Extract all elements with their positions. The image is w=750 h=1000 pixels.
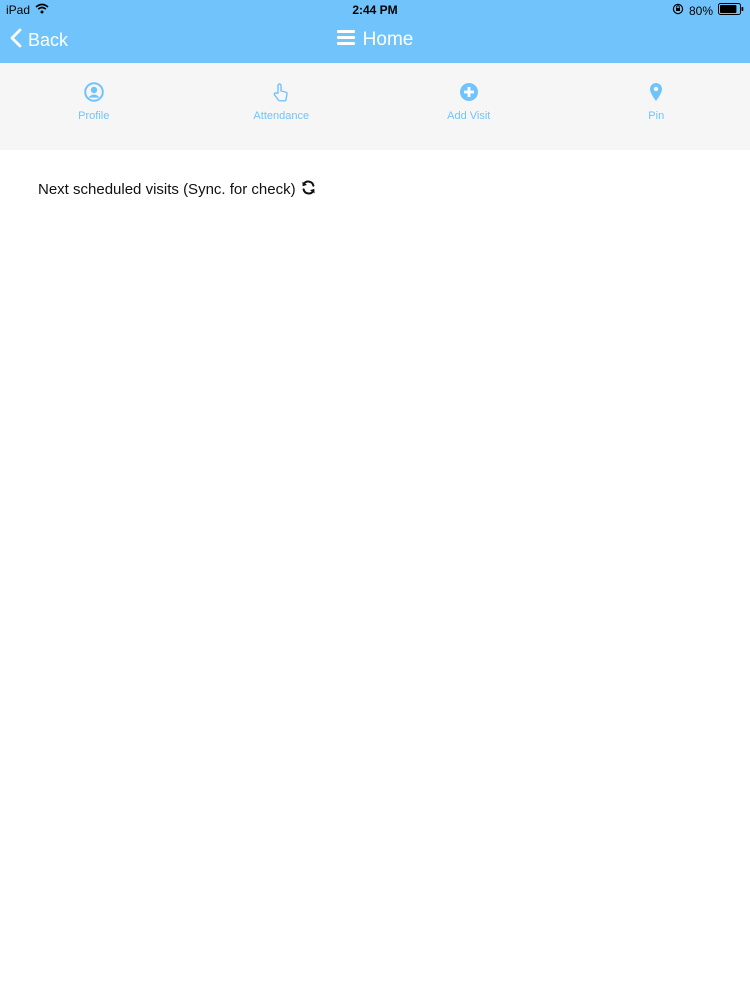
scheduled-visits-heading: Next scheduled visits (Sync. for check) <box>38 180 316 199</box>
sync-button[interactable] <box>301 180 316 199</box>
map-pin-icon <box>646 82 666 107</box>
toolbar-item-profile[interactable]: Profile <box>0 63 188 150</box>
nav-title-container: Home <box>0 29 750 51</box>
app-screen: iPad 2:44 PM 80% Back Home Profile Atten… <box>0 0 750 1000</box>
nav-bar: Back Home <box>0 20 750 63</box>
main-content: Next scheduled visits (Sync. for check) <box>0 150 750 1000</box>
hand-pointer-icon <box>271 82 291 107</box>
toolbar-item-label: Attendance <box>253 110 310 122</box>
plus-circle-icon <box>459 82 479 107</box>
status-time: 2:44 PM <box>352 3 398 17</box>
refresh-icon <box>301 180 316 199</box>
toolbar-item-attendance[interactable]: Attendance <box>188 63 376 150</box>
user-circle-icon <box>83 82 104 107</box>
toolbar-item-label: Pin <box>648 110 665 122</box>
toolbar: Profile Attendance Add Visit Pin <box>0 63 750 150</box>
top-bar: iPad 2:44 PM 80% Back Home <box>0 0 750 63</box>
toolbar-item-label: Profile <box>78 110 110 122</box>
toolbar-item-label: Add Visit <box>447 110 491 122</box>
status-bar: iPad 2:44 PM 80% <box>0 0 750 20</box>
toolbar-item-pin[interactable]: Pin <box>563 63 750 150</box>
orientation-lock-icon <box>672 3 684 18</box>
battery-percent: 80% <box>688 3 713 18</box>
menu-icon[interactable] <box>336 29 355 51</box>
status-right: 80% <box>672 3 744 18</box>
section-heading-text: Next scheduled visits (Sync. for check) <box>38 181 296 198</box>
toolbar-item-add-visit[interactable]: Add Visit <box>375 63 563 150</box>
page-title: Home <box>362 29 414 50</box>
battery-icon <box>718 3 744 18</box>
